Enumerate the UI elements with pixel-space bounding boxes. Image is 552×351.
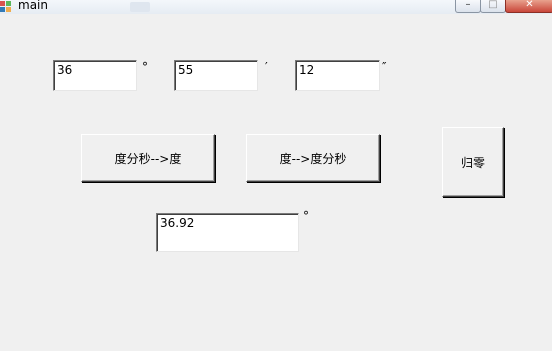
title-blur-mark: [130, 2, 150, 12]
app-icon: [0, 1, 11, 12]
degree-to-dms-button[interactable]: 度-->度分秒: [246, 134, 380, 182]
maximize-button[interactable]: □: [480, 0, 506, 13]
second-symbol: ″: [382, 60, 387, 74]
seconds-input[interactable]: 12: [295, 60, 380, 91]
degrees-input[interactable]: 36: [53, 60, 137, 91]
close-button[interactable]: ✕: [505, 0, 552, 13]
minutes-input[interactable]: 55: [174, 60, 258, 91]
result-field[interactable]: 36.92: [156, 213, 299, 252]
minute-symbol: ′: [265, 60, 268, 74]
window-title: main: [18, 0, 48, 12]
degree-symbol: °: [142, 60, 148, 74]
minimize-button[interactable]: –: [455, 0, 481, 13]
dms-to-degree-button[interactable]: 度分秒-->度: [81, 134, 215, 182]
result-degree-symbol: °: [303, 209, 309, 223]
title-bar: main – □ ✕: [0, 0, 552, 14]
reset-button[interactable]: 归零: [442, 127, 504, 197]
